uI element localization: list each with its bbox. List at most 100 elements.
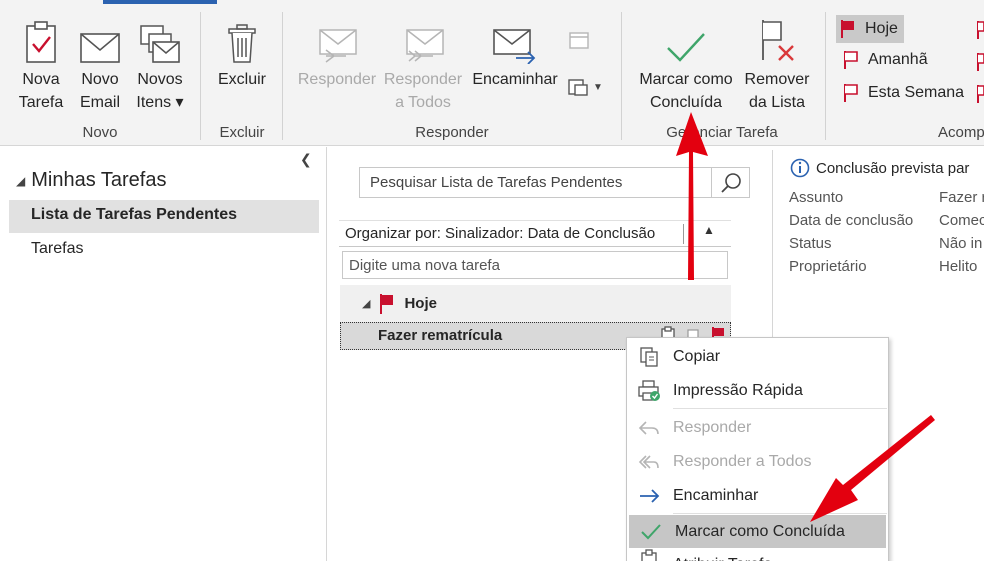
collapse-triangle-icon: ◢ bbox=[362, 298, 371, 310]
delete-label: Excluir bbox=[217, 71, 266, 88]
reply-all-icon bbox=[382, 14, 464, 64]
prop-due-key: Data de conclusão bbox=[789, 212, 914, 229]
collapse-pane-icon[interactable]: ❮ bbox=[300, 151, 312, 168]
remove-from-list-button[interactable]: Remover da Lista bbox=[742, 14, 812, 114]
menu-assign-task[interactable]: Atribuir Tarefa bbox=[627, 549, 888, 561]
group-novo-label: Novo bbox=[82, 124, 118, 141]
new-email-label-2: Email bbox=[79, 94, 120, 111]
flag-icon-partial[interactable] bbox=[976, 84, 984, 109]
red-flag-icon bbox=[380, 293, 394, 314]
new-task-placeholder: Digite uma nova tarefa bbox=[349, 257, 500, 274]
search-icon[interactable] bbox=[711, 168, 749, 197]
new-items-icon bbox=[132, 14, 188, 64]
my-tasks-header[interactable]: ◢ Minhas Tarefas bbox=[16, 169, 167, 192]
menu-reply[interactable]: Responder bbox=[627, 411, 888, 444]
group-separator bbox=[621, 12, 622, 140]
new-items-button[interactable]: Novos Itens ▾ bbox=[132, 14, 188, 114]
prop-owner-key: Proprietário bbox=[789, 258, 867, 275]
forward-icon bbox=[470, 14, 560, 64]
delete-button[interactable]: Excluir bbox=[216, 14, 268, 91]
group-today-label: Hoje bbox=[404, 295, 437, 312]
group-responder-label: Responder bbox=[415, 124, 489, 141]
flag-tomorrow-button[interactable]: Amanhã bbox=[842, 50, 928, 70]
new-task-icon bbox=[14, 14, 68, 64]
group-separator bbox=[282, 12, 283, 140]
flag-today-button[interactable]: Hoje bbox=[836, 15, 904, 43]
folder-todo-list[interactable]: Lista de Tarefas Pendentes bbox=[31, 206, 237, 224]
prop-subject-key: Assunto bbox=[789, 189, 844, 206]
forward-button[interactable]: Encaminhar bbox=[470, 14, 560, 91]
copy-icon bbox=[627, 346, 671, 368]
menu-separator bbox=[673, 408, 887, 409]
new-email-label-1: Novo bbox=[81, 71, 119, 88]
menu-copy[interactable]: Copiar bbox=[627, 340, 888, 373]
flag-tomorrow-label: Amanhã bbox=[868, 51, 928, 68]
mark-complete-label-2: Concluída bbox=[649, 94, 723, 111]
reply-all-button[interactable]: Responder a Todos bbox=[382, 14, 464, 114]
reply-arrow-icon bbox=[627, 419, 671, 437]
group-acompanhamento-label: Acomp bbox=[938, 124, 984, 141]
group-separator bbox=[200, 12, 201, 140]
more-respond-dropdown[interactable]: ▼ bbox=[567, 77, 603, 97]
menu-forward-label: Encaminhar bbox=[673, 486, 759, 504]
menu-mark-complete[interactable]: Marcar como Concluída bbox=[629, 515, 886, 548]
reply-all-label-1: Responder bbox=[383, 71, 463, 88]
task-subject: Fazer rematrícula bbox=[378, 327, 503, 344]
menu-reply-label: Responder bbox=[673, 418, 752, 436]
flag-icon-partial[interactable] bbox=[976, 52, 984, 77]
menu-reply-all-label: Responder a Todos bbox=[673, 452, 812, 470]
flag-this-week-button[interactable]: Esta Semana bbox=[842, 83, 964, 103]
new-items-label-1: Novos bbox=[137, 71, 183, 88]
search-box[interactable]: Pesquisar Lista de Tarefas Pendentes bbox=[359, 167, 750, 198]
prop-owner-value: Helito bbox=[939, 258, 978, 275]
flag-today-label: Hoje bbox=[865, 20, 898, 37]
my-tasks-label: Minhas Tarefas bbox=[31, 169, 167, 191]
forward-label: Encaminhar bbox=[472, 71, 558, 88]
reply-button[interactable]: Responder bbox=[296, 14, 378, 91]
prop-subject-value: Fazer r bbox=[939, 189, 984, 206]
flag-icon-partial[interactable] bbox=[976, 20, 984, 45]
calendar-icon bbox=[568, 79, 588, 96]
group-today-header[interactable]: ◢ Hoje bbox=[340, 285, 731, 322]
menu-reply-all[interactable]: Responder a Todos bbox=[627, 445, 888, 478]
active-tab-indicator bbox=[103, 0, 217, 4]
remove-from-list-label-1: Remover bbox=[744, 71, 810, 88]
mark-complete-label-1: Marcar como bbox=[639, 71, 733, 88]
reply-label: Responder bbox=[297, 71, 377, 88]
header-divider bbox=[683, 224, 684, 244]
menu-separator bbox=[673, 513, 887, 514]
remove-flag-icon bbox=[742, 14, 812, 64]
printer-icon bbox=[627, 379, 671, 402]
sort-up-icon[interactable]: ▲ bbox=[703, 223, 715, 237]
group-gerenciar-label: Gerenciar Tarefa bbox=[666, 124, 778, 141]
red-flag-outline-icon bbox=[844, 51, 858, 69]
calendar-reply-icon[interactable] bbox=[568, 30, 590, 55]
menu-forward[interactable]: Encaminhar bbox=[627, 479, 888, 512]
red-flag-icon bbox=[841, 20, 854, 38]
menu-quick-print-label: Impressão Rápida bbox=[673, 381, 803, 399]
trash-icon bbox=[216, 14, 268, 64]
new-email-button[interactable]: Novo Email bbox=[76, 14, 124, 114]
reply-icon bbox=[296, 14, 378, 64]
new-task-label-1: Nova bbox=[22, 71, 60, 88]
new-task-button[interactable]: Nova Tarefa bbox=[14, 14, 68, 114]
red-flag-outline-icon bbox=[844, 84, 858, 102]
folder-tasks[interactable]: Tarefas bbox=[31, 240, 83, 258]
chevron-down-icon: ▼ bbox=[593, 81, 603, 93]
reply-all-label-2: a Todos bbox=[395, 94, 451, 111]
new-task-input[interactable]: Digite uma nova tarefa bbox=[342, 251, 728, 279]
group-separator bbox=[825, 12, 826, 140]
prop-status-value: Não in bbox=[939, 235, 983, 252]
info-icon bbox=[790, 158, 810, 178]
checkmark-icon bbox=[634, 14, 738, 64]
arrange-by-header[interactable]: Organizar por: Sinalizador: Data de Conc… bbox=[339, 220, 731, 247]
menu-assign-task-label: Atribuir Tarefa bbox=[671, 549, 772, 561]
search-placeholder: Pesquisar Lista de Tarefas Pendentes bbox=[370, 174, 623, 191]
menu-quick-print[interactable]: Impressão Rápida bbox=[627, 374, 888, 407]
envelope-icon bbox=[76, 14, 124, 64]
menu-mark-complete-label: Marcar como Concluída bbox=[675, 522, 845, 540]
mark-complete-button[interactable]: Marcar como Concluída bbox=[634, 14, 738, 114]
group-excluir-label: Excluir bbox=[219, 124, 265, 141]
info-text: Conclusão prevista par bbox=[816, 159, 970, 177]
assign-task-icon bbox=[627, 549, 671, 561]
